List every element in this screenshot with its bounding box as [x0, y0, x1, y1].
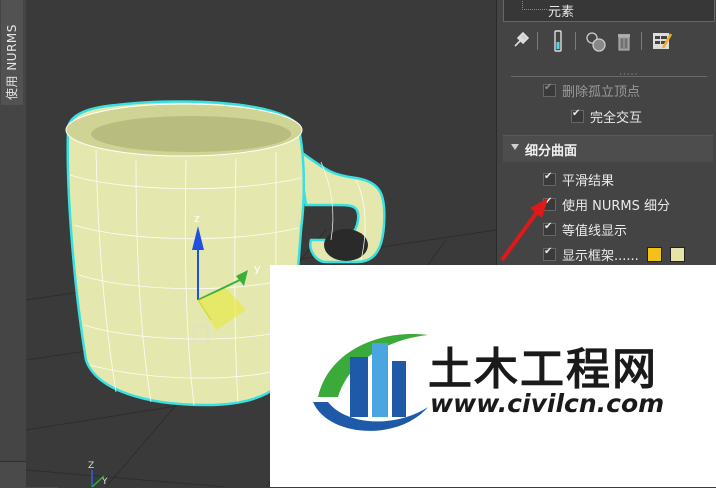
checkbox-use-nurms[interactable]: 使用 NURMS 细分 [543, 195, 670, 214]
toolbar-separator [575, 32, 576, 50]
resize-grip-icon[interactable]: ····· [619, 70, 638, 80]
gizmo-y-label: y [254, 262, 261, 275]
show-end-result-icon[interactable] [545, 28, 571, 54]
tree-connector [522, 0, 547, 10]
cage-selection-color-swatch[interactable] [670, 247, 686, 262]
checkbox-icon[interactable] [571, 108, 584, 123]
vertical-tab-label: 使用 NURMS [5, 24, 19, 100]
logo-url: www.civilcn.com [430, 389, 665, 418]
tree-item-element[interactable]: 元素 [548, 1, 574, 20]
checkbox-full-interactivity[interactable]: 完全交互 [571, 107, 642, 126]
toolbar-separator [641, 32, 642, 50]
checkbox-delete-isolated-vertices[interactable]: 删除孤立顶点 [543, 81, 640, 100]
stack-toolbar [507, 28, 707, 56]
checkbox-smooth-result[interactable]: 平滑结果 [543, 170, 614, 189]
collapse-triangle-icon[interactable] [511, 144, 519, 150]
checkbox-show-cage[interactable]: 显示框架...... [543, 245, 686, 264]
vertical-tab[interactable]: 使用 NURMS [1, 0, 23, 105]
modifier-stack[interactable]: 元素 [503, 0, 715, 22]
rollout-title: 细分曲面 [525, 144, 578, 159]
remove-modifier-icon[interactable] [611, 28, 637, 54]
gizmo-z-label: z [194, 212, 200, 225]
watermark-logo: 土木工程网 www.civilcn.com [270, 265, 716, 487]
panel-divider [511, 76, 707, 77]
annotation-arrow-icon [500, 198, 548, 262]
checkbox-icon[interactable] [543, 171, 556, 186]
logo-name: 土木工程网 [428, 344, 658, 395]
pin-icon[interactable] [507, 28, 533, 54]
rollout-subdivision-surface[interactable]: 细分曲面 [503, 135, 713, 162]
tripod-z-label: Z [88, 461, 94, 471]
checkbox-icon[interactable] [543, 82, 556, 97]
toolbar-separator [537, 32, 538, 50]
tripod-y-label: Y [101, 477, 108, 487]
left-strip: 使用 NURMS [0, 0, 27, 487]
configure-modifier-sets-icon[interactable] [649, 28, 675, 54]
make-unique-icon[interactable] [583, 28, 609, 54]
cage-color-swatch[interactable] [646, 247, 662, 262]
